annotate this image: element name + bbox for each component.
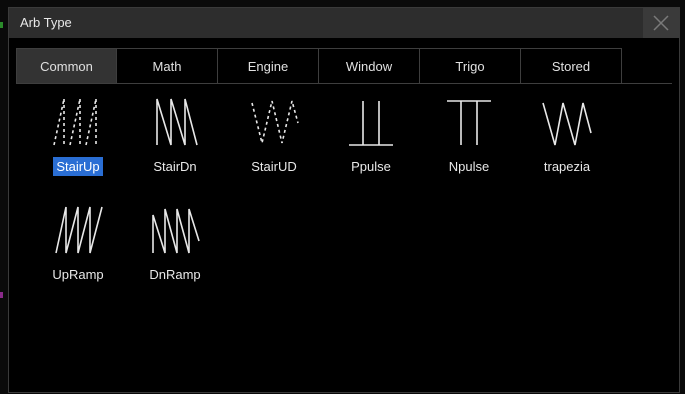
close-icon (653, 15, 669, 31)
waveform-item-trapezia[interactable]: trapezia (517, 93, 617, 188)
tab-common[interactable]: Common (16, 48, 117, 84)
stair-down-icon (156, 98, 198, 146)
positive-pulse-icon (349, 101, 393, 146)
trapezia-icon (542, 102, 592, 146)
waveform-item-ppulse[interactable]: Ppulse (321, 93, 421, 188)
arb-type-dialog: Arb Type Common Math Engine Window Trigo… (8, 7, 680, 393)
stair-updown-icon (251, 100, 299, 144)
negative-pulse-icon (447, 100, 491, 145)
edge-marker (0, 22, 3, 28)
waveform-label: DnRamp (149, 267, 201, 282)
tab-stored[interactable]: Stored (521, 48, 622, 84)
edge-marker (0, 292, 3, 298)
dialog-title: Arb Type (20, 15, 72, 30)
waveform-item-stairdn[interactable]: StairDn (125, 93, 225, 188)
waveform-item-stairud[interactable]: StairUD (224, 93, 324, 188)
waveform-item-npulse[interactable]: Npulse (419, 93, 519, 188)
waveform-label: StairDn (153, 159, 197, 174)
waveform-label: Npulse (448, 159, 490, 174)
close-button[interactable] (643, 8, 679, 38)
waveform-label: Ppulse (351, 159, 391, 174)
waveform-item-stairup[interactable]: StairUp (28, 93, 128, 188)
waveform-label: trapezia (543, 159, 591, 174)
waveform-label: StairUD (251, 159, 297, 174)
tab-window[interactable]: Window (319, 48, 420, 84)
waveform-label: StairUp (53, 157, 103, 176)
tab-divider (16, 83, 672, 84)
title-bar: Arb Type (9, 8, 679, 38)
category-tabs: Common Math Engine Window Trigo Stored (16, 48, 626, 84)
waveform-label: UpRamp (52, 267, 104, 282)
waveform-item-upramp[interactable]: UpRamp (28, 201, 128, 296)
tab-trigo[interactable]: Trigo (420, 48, 521, 84)
tab-math[interactable]: Math (117, 48, 218, 84)
up-ramp-icon (55, 206, 103, 254)
waveform-item-dnramp[interactable]: DnRamp (125, 201, 225, 296)
down-ramp-icon (152, 208, 200, 254)
stair-up-icon (53, 98, 97, 146)
tab-engine[interactable]: Engine (218, 48, 319, 84)
